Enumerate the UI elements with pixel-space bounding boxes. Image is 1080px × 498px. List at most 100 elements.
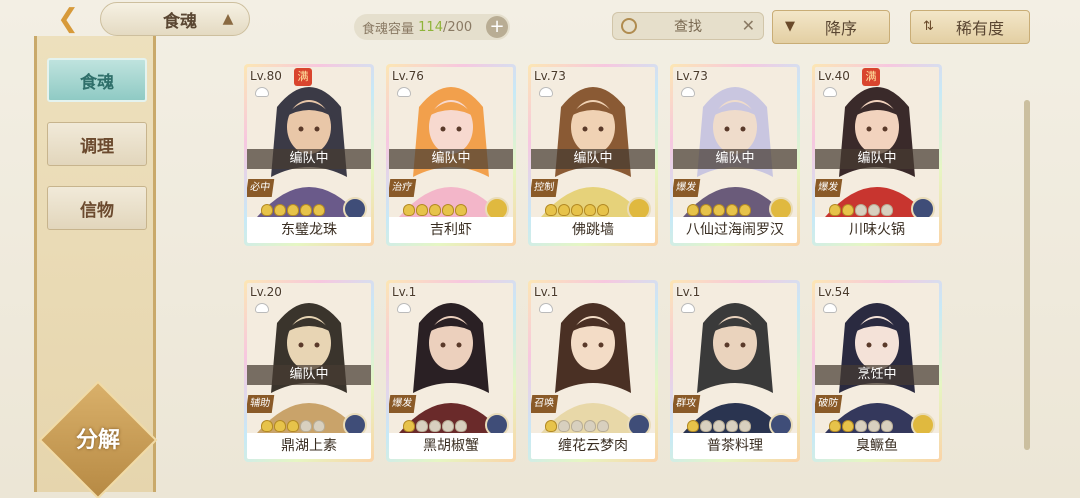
soul-card[interactable]: Lv.1 召唤 缠花云梦肉 bbox=[528, 280, 658, 462]
role-tag: 爆发 bbox=[673, 179, 701, 197]
star-icon bbox=[842, 420, 854, 432]
lock-icon[interactable] bbox=[255, 87, 269, 97]
soul-card-body: Lv.76 编队中 治疗 吉利虾 bbox=[389, 67, 513, 243]
character-name: 鼎湖上素 bbox=[247, 433, 371, 459]
star-icon bbox=[868, 204, 880, 216]
sidebar-item-cooking[interactable]: 调理 bbox=[47, 122, 147, 166]
search-label: 查找 bbox=[674, 19, 702, 35]
star-icon bbox=[545, 204, 557, 216]
lock-icon[interactable] bbox=[539, 87, 553, 97]
star-icon bbox=[571, 204, 583, 216]
star-icon bbox=[455, 204, 467, 216]
role-tag: 控制 bbox=[531, 179, 559, 197]
status-badge: 烹饪中 bbox=[815, 365, 939, 385]
lock-icon[interactable] bbox=[255, 303, 269, 313]
star-icon bbox=[287, 204, 299, 216]
search-icon bbox=[621, 18, 637, 34]
sidebar-item-label: 食魂 bbox=[80, 72, 114, 93]
star-rating bbox=[829, 204, 893, 216]
star-rating bbox=[403, 420, 467, 432]
sort-order-button[interactable]: ▼ 降序 bbox=[772, 10, 890, 44]
lock-icon[interactable] bbox=[681, 87, 695, 97]
star-icon bbox=[545, 420, 557, 432]
sidebar-item-token[interactable]: 信物 bbox=[47, 186, 147, 230]
soul-card[interactable]: Lv.20 编队中 辅助 鼎湖上素 bbox=[244, 280, 374, 462]
star-icon bbox=[726, 204, 738, 216]
star-icon bbox=[687, 204, 699, 216]
lock-icon[interactable] bbox=[397, 303, 411, 313]
soul-card-body: Lv.1 召唤 缠花云梦肉 bbox=[531, 283, 655, 459]
star-icon bbox=[881, 204, 893, 216]
status-badge: 编队中 bbox=[247, 149, 371, 169]
sort-key-label: 稀有度 bbox=[955, 19, 1004, 38]
search-input[interactable]: 查找 ✕ bbox=[612, 12, 764, 40]
soul-card-body: Lv.1 爆发 黑胡椒蟹 bbox=[389, 283, 513, 459]
star-rating bbox=[687, 204, 751, 216]
soul-card[interactable]: Lv.54 烹饪中 破防 臭鳜鱼 bbox=[812, 280, 942, 462]
star-icon bbox=[700, 420, 712, 432]
star-icon bbox=[855, 420, 867, 432]
soul-card[interactable]: Lv.40 满编队中 爆发 川味火锅 bbox=[812, 64, 942, 246]
role-tag: 爆发 bbox=[815, 179, 843, 197]
status-badge: 编队中 bbox=[673, 149, 797, 169]
status-badge: 编队中 bbox=[531, 149, 655, 169]
level-label: Lv.76 bbox=[392, 69, 424, 83]
star-icon bbox=[442, 204, 454, 216]
capacity-total: /200 bbox=[442, 19, 473, 35]
scrollbar-thumb[interactable] bbox=[1024, 100, 1030, 450]
character-name: 普茶料理 bbox=[673, 433, 797, 459]
star-icon bbox=[584, 420, 596, 432]
soul-card[interactable]: Lv.1 群攻普茶料理 bbox=[670, 280, 800, 462]
star-icon bbox=[274, 420, 286, 432]
max-level-badge: 满 bbox=[862, 68, 880, 86]
sort-key-button[interactable]: ⇅ 稀有度 bbox=[910, 10, 1030, 44]
sidebar-item-label: 调理 bbox=[80, 136, 114, 157]
star-icon bbox=[829, 420, 841, 432]
star-icon bbox=[726, 420, 738, 432]
character-name: 佛跳墙 bbox=[531, 217, 655, 243]
character-name: 黑胡椒蟹 bbox=[389, 433, 513, 459]
level-label: Lv.1 bbox=[676, 285, 701, 299]
soul-card[interactable]: Lv.80 满编队中 必中 东璧龙珠 bbox=[244, 64, 374, 246]
back-arrow-icon[interactable]: ❮ bbox=[48, 4, 88, 34]
lock-icon[interactable] bbox=[397, 87, 411, 97]
scrollbar[interactable] bbox=[1024, 100, 1030, 450]
star-icon bbox=[842, 204, 854, 216]
page-title: 食魂 bbox=[163, 11, 197, 32]
role-tag: 破防 bbox=[815, 395, 843, 413]
lock-icon[interactable] bbox=[823, 303, 837, 313]
character-name: 八仙过海闹罗汉 bbox=[673, 217, 797, 243]
crown-icon[interactable]: ▲ bbox=[217, 11, 239, 27]
role-tag: 群攻 bbox=[673, 395, 701, 413]
sidebar-item-soul[interactable]: 食魂 bbox=[47, 58, 147, 102]
close-icon[interactable]: ✕ bbox=[742, 16, 755, 35]
star-rating bbox=[545, 204, 609, 216]
soul-card-body: Lv.20 编队中 辅助 鼎湖上素 bbox=[247, 283, 371, 459]
star-icon bbox=[429, 204, 441, 216]
star-icon bbox=[687, 420, 699, 432]
plus-icon[interactable]: + bbox=[486, 16, 508, 38]
decompose-label[interactable]: 分解 bbox=[58, 418, 138, 458]
star-icon bbox=[403, 204, 415, 216]
star-icon bbox=[881, 420, 893, 432]
character-name: 东璧龙珠 bbox=[247, 217, 371, 243]
lock-icon[interactable] bbox=[823, 87, 837, 97]
soul-card-body: Lv.1 群攻普茶料理 bbox=[673, 283, 797, 459]
level-label: Lv.80 bbox=[250, 69, 282, 83]
lock-icon[interactable] bbox=[539, 303, 553, 313]
star-icon bbox=[713, 420, 725, 432]
soul-card[interactable]: Lv.76 编队中 治疗 吉利虾 bbox=[386, 64, 516, 246]
star-rating bbox=[403, 204, 467, 216]
sort-swap-icon: ⇅ bbox=[923, 19, 934, 34]
soul-card[interactable]: Lv.73 编队中爆发八仙过海闹罗汉 bbox=[670, 64, 800, 246]
soul-card[interactable]: Lv.1 爆发 黑胡椒蟹 bbox=[386, 280, 516, 462]
character-name: 川味火锅 bbox=[815, 217, 939, 243]
star-rating bbox=[261, 204, 325, 216]
star-icon bbox=[313, 420, 325, 432]
level-label: Lv.1 bbox=[392, 285, 417, 299]
lock-icon[interactable] bbox=[681, 303, 695, 313]
soul-card[interactable]: Lv.73 编队中 控制 佛跳墙 bbox=[528, 64, 658, 246]
star-rating bbox=[687, 420, 751, 432]
star-icon bbox=[287, 420, 299, 432]
level-label: Lv.73 bbox=[676, 69, 708, 83]
